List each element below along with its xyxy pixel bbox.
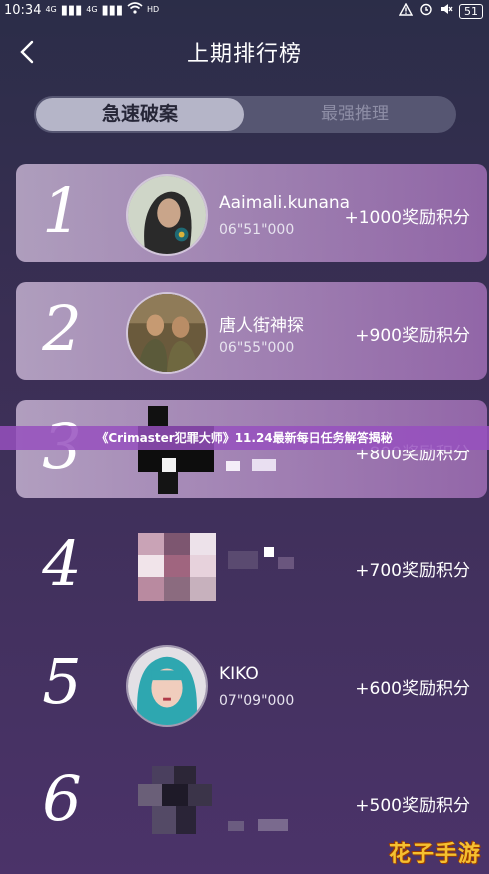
hd-label: HD <box>147 5 160 14</box>
ranking-row[interactable]: 5 KIKO 07"09"000 +600奖励积分 <box>16 635 487 733</box>
avatar <box>138 533 216 601</box>
alarm-icon <box>419 2 433 20</box>
rank-number: 6 <box>42 762 82 835</box>
avatar <box>126 645 208 727</box>
wifi-icon <box>127 2 143 18</box>
tab-fast-solve[interactable]: 急速破案 <box>36 98 244 131</box>
status-bar: 10:34 4G ▮▮▮ 4G ▮▮▮ HD 51 <box>0 0 489 22</box>
ranking-row[interactable]: 2 唐人街神探 06"55"000 +900奖励积分 <box>16 282 487 380</box>
player-name: Aaimali.kunana <box>219 193 351 213</box>
reward-points: +700奖励积分 <box>355 561 470 581</box>
battery-indicator: 51 <box>459 3 483 19</box>
site-watermark: 花子手游 <box>388 842 481 867</box>
hidden-name <box>226 458 282 472</box>
alert-icon <box>398 2 414 20</box>
reward-points: +500奖励积分 <box>355 796 470 816</box>
signal-icon: ▮▮▮ <box>60 2 83 18</box>
rank-number: 1 <box>42 174 82 247</box>
ranking-row[interactable]: 4 +700奖励积分 <box>16 517 487 615</box>
rank-number: 5 <box>42 645 82 718</box>
mute-icon <box>439 2 453 20</box>
reward-points: +1000奖励积分 <box>344 208 470 228</box>
hidden-name <box>228 545 298 575</box>
avatar <box>126 292 208 374</box>
ranking-row[interactable]: 1 Aaimali.kunana 06"51"000 +1000奖励积分 <box>16 164 487 262</box>
reward-points: +600奖励积分 <box>355 679 470 699</box>
rank-number: 4 <box>42 527 82 600</box>
page-title: 上期排行榜 <box>186 42 302 67</box>
tab-best-reasoning[interactable]: 最强推理 <box>256 98 454 131</box>
clock: 10:34 <box>4 2 42 18</box>
solve-time: 06"55"000 <box>219 340 295 356</box>
tab-bar: 急速破案 最强推理 <box>34 96 456 133</box>
solve-time: 06"51"000 <box>219 222 295 238</box>
hidden-name <box>228 818 298 832</box>
reward-points: +900奖励积分 <box>355 326 470 346</box>
avatar <box>126 174 208 256</box>
player-name: KIKO <box>219 664 259 684</box>
article-banner: 《Crimaster犯罪大师》11.24最新每日任务解答揭秘 <box>0 426 489 450</box>
rank-number: 2 <box>42 292 82 365</box>
signal-4g-label-2: 4G <box>86 5 98 14</box>
signal-icon-2: ▮▮▮ <box>101 2 123 18</box>
avatar <box>138 406 214 494</box>
signal-4g-label: 4G <box>45 5 57 14</box>
solve-time: 07"09"000 <box>219 693 295 709</box>
avatar <box>138 766 212 834</box>
player-name: 唐人街神探 <box>219 316 304 336</box>
